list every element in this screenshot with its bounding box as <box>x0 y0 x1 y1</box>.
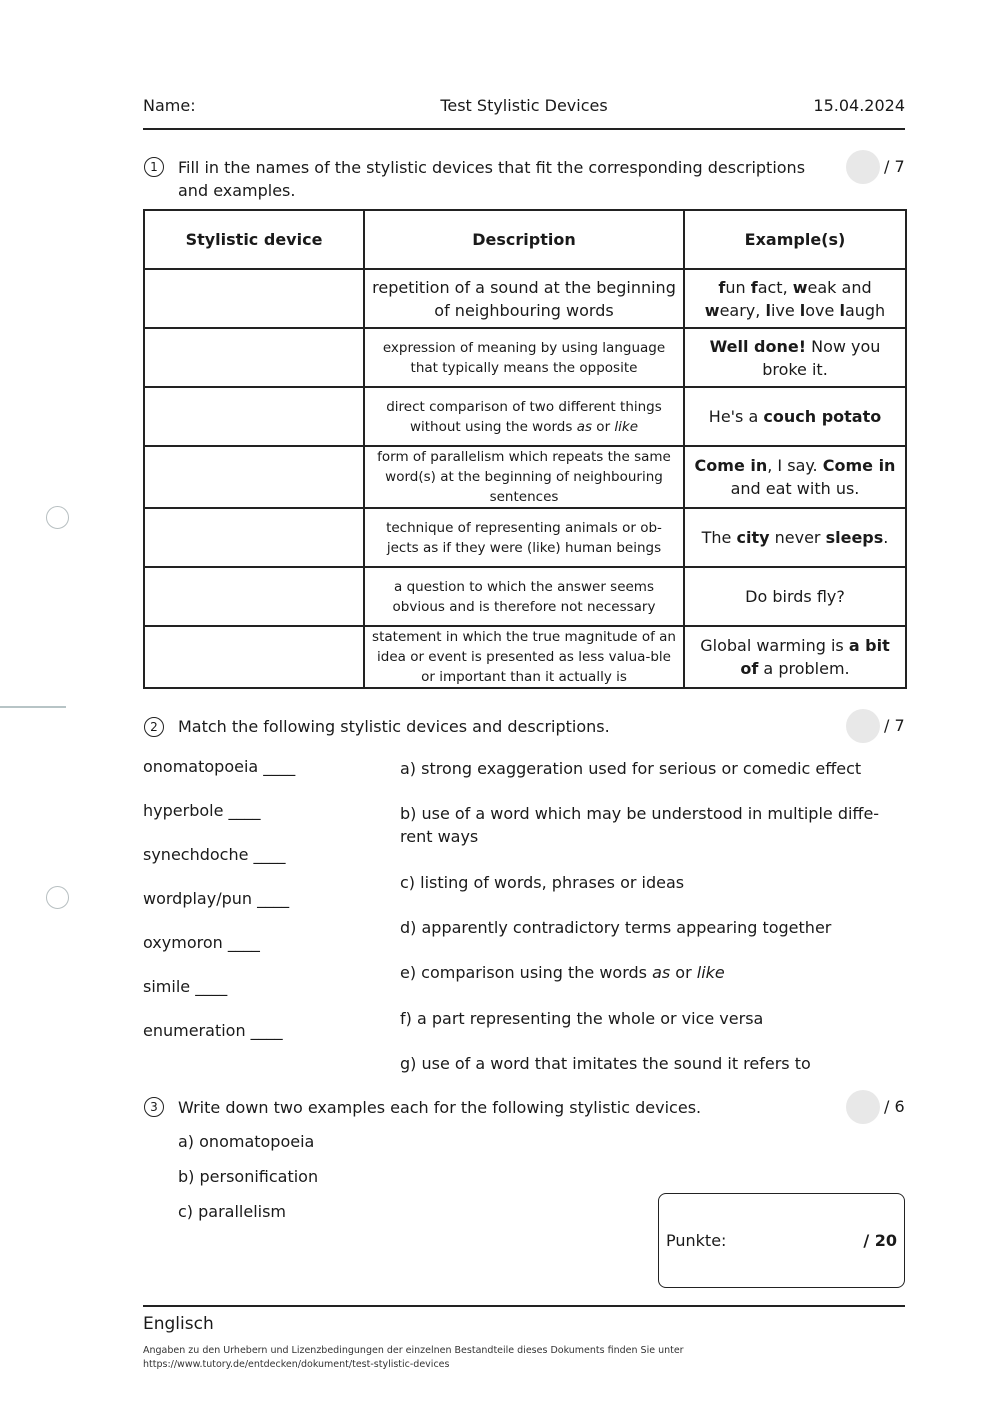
points-total: / 20 <box>863 1231 897 1250</box>
table-row: statement in which the true magnitude of… <box>143 625 907 689</box>
device-answer-cell[interactable] <box>143 268 365 329</box>
description-cell: direct comparison of two different thing… <box>363 386 685 447</box>
stylistic-devices-table: Stylistic device Description Example(s) … <box>143 209 907 689</box>
footer-license-note: Angaben zu den Urhebern und Lizenzbeding… <box>143 1345 684 1356</box>
task3-item: a) onomatopoeia <box>178 1132 315 1151</box>
task3-item: c) parallelism <box>178 1202 287 1221</box>
table-row: form of parallelism which repeats the sa… <box>143 445 907 509</box>
header-divider <box>143 128 905 130</box>
table-row: direct comparison of two different thing… <box>143 386 907 447</box>
column-header: Description <box>363 209 685 270</box>
match-description-item: d) apparently contradictory terms appear… <box>400 918 832 937</box>
example-cell: Well done! Now you broke it. <box>683 327 907 388</box>
example-cell: He's a couch potato <box>683 386 907 447</box>
match-device-item[interactable]: synechdoche ____ <box>143 845 286 864</box>
description-cell: expression of meaning by using language … <box>363 327 685 388</box>
match-device-item[interactable]: simile ____ <box>143 977 227 996</box>
device-answer-cell[interactable] <box>143 445 365 509</box>
match-device-item[interactable]: wordplay/pun ____ <box>143 889 289 908</box>
fold-mark <box>0 706 66 708</box>
device-answer-cell[interactable] <box>143 566 365 627</box>
table-header-row: Stylistic device Description Example(s) <box>143 209 907 270</box>
task-number-3: 3 <box>144 1097 164 1117</box>
score-field[interactable] <box>846 1090 880 1124</box>
punch-hole-marker <box>46 886 69 909</box>
task1-instruction-line: and examples. <box>178 181 296 200</box>
task3-instruction: Write down two examples each for the fol… <box>178 1098 702 1117</box>
match-device-item[interactable]: onomatopoeia ____ <box>143 757 295 776</box>
task1-instruction: Fill in the names of the stylistic devic… <box>178 156 805 202</box>
match-description-item: c) listing of words, phrases or ideas <box>400 873 685 892</box>
score-field[interactable] <box>846 709 880 743</box>
device-answer-cell[interactable] <box>143 327 365 388</box>
punch-hole-marker <box>46 506 69 529</box>
task1-max-score: / 7 <box>884 157 905 176</box>
task2-instruction: Match the following stylistic devices an… <box>178 717 610 736</box>
match-device-item[interactable]: oxymoron ____ <box>143 933 260 952</box>
description-cell: repetition of a sound at the beginning o… <box>363 268 685 329</box>
device-answer-cell[interactable] <box>143 507 365 568</box>
table-row: technique of representing animals or ob-… <box>143 507 907 568</box>
device-answer-cell[interactable] <box>143 625 365 689</box>
example-cell: The city never sleeps. <box>683 507 907 568</box>
points-label: Punkte: <box>666 1231 727 1250</box>
description-cell: form of parallelism which repeats the sa… <box>363 445 685 509</box>
match-description-item: a) strong exaggeration used for serious … <box>400 759 862 778</box>
description-cell: a question to which the answer seems obv… <box>363 566 685 627</box>
match-description-item: b) use of a word which may be understood… <box>400 804 880 846</box>
task-number-2: 2 <box>144 717 164 737</box>
column-header: Example(s) <box>683 209 907 270</box>
column-header: Stylistic device <box>143 209 365 270</box>
match-device-item[interactable]: enumeration ____ <box>143 1021 283 1040</box>
score-field[interactable] <box>846 150 880 184</box>
match-device-item[interactable]: hyperbole ____ <box>143 801 261 820</box>
match-description-item: f) a part representing the whole or vice… <box>400 1009 764 1028</box>
task2-max-score: / 7 <box>884 716 905 735</box>
footer-subject: Englisch <box>143 1314 214 1334</box>
example-cell: Do birds fly? <box>683 566 907 627</box>
table-row: repetition of a sound at the beginning o… <box>143 268 907 329</box>
description-cell: statement in which the true magnitude of… <box>363 625 685 689</box>
match-description-item: e) comparison using the words as or like <box>400 963 725 982</box>
total-points-box: Punkte: / 20 <box>658 1193 905 1288</box>
device-answer-cell[interactable] <box>143 386 365 447</box>
table-row: a question to which the answer seems obv… <box>143 566 907 627</box>
task1-instruction-line: Fill in the names of the stylistic devic… <box>178 158 806 177</box>
example-cell: Global warming is a bit of a problem. <box>683 625 907 689</box>
table-row: expression of meaning by using language … <box>143 327 907 388</box>
example-cell: Come in, I say. Come in and eat with us. <box>683 445 907 509</box>
example-cell: fun fact, weak and weary, live love laug… <box>683 268 907 329</box>
description-cell: technique of representing animals or ob-… <box>363 507 685 568</box>
document-date: 15.04.2024 <box>813 96 905 115</box>
match-description-item: g) use of a word that imitates the sound… <box>400 1054 811 1073</box>
task3-max-score: / 6 <box>884 1097 905 1116</box>
footer-divider <box>143 1305 905 1307</box>
footer-license-url[interactable]: https://www.tutory.de/entdecken/dokument… <box>143 1359 449 1370</box>
task3-item: b) personification <box>178 1167 319 1186</box>
task-number-1: 1 <box>144 157 164 177</box>
